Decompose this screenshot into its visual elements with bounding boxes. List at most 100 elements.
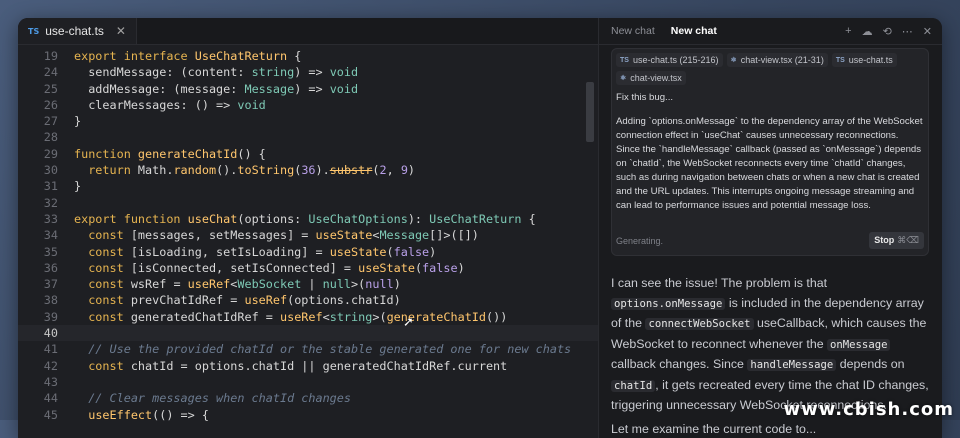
code-line[interactable]: 29function generateChatId() { (18, 146, 598, 162)
code-token: substr (330, 162, 373, 178)
code-line[interactable]: 33export function useChat(options: UseCh… (18, 211, 598, 227)
code-token: generateChatId (387, 309, 486, 325)
stop-button[interactable]: Stop⌘⌫ (869, 232, 924, 249)
close-icon[interactable]: ✕ (923, 25, 932, 38)
cloud-icon[interactable]: ☁ (862, 25, 873, 38)
code-line[interactable]: 35 const [isLoading, setIsLoading] = use… (18, 244, 598, 260)
inline-code: chatId (611, 380, 655, 392)
code-token: } (74, 178, 81, 194)
code-token: generatedChatIdRef = (131, 309, 280, 325)
code-token: interface (124, 48, 195, 64)
code-token: ) (394, 276, 401, 292)
code-token: useState (330, 244, 387, 260)
react-file-icon: ⚛ (731, 56, 737, 64)
answer-paragraph: I can see the issue! The problem is that… (611, 274, 929, 416)
context-chip[interactable]: TSuse-chat.ts (832, 53, 897, 67)
code-line[interactable]: 32 (18, 195, 598, 211)
code-line[interactable]: 28 (18, 129, 598, 145)
code-line[interactable]: 24 sendMessage: (content: string) => voi… (18, 64, 598, 80)
code-line[interactable]: 19export interface UseChatReturn { (18, 48, 598, 64)
tab-use-chat[interactable]: TS use-chat.ts ✕ (18, 18, 137, 44)
new-chat-icon[interactable]: + (845, 25, 851, 38)
code-line[interactable]: 38 const prevChatIdRef = useRef(options.… (18, 292, 598, 308)
code-token: [isConnected, setIsConnected] = (131, 260, 358, 276)
code-line[interactable]: 42 const chatId = options.chatId || gene… (18, 358, 598, 374)
code-token: // Clear messages when chatId changes (74, 390, 351, 406)
code-line[interactable]: 40 (18, 325, 598, 341)
react-file-icon: ⚛ (620, 74, 626, 82)
code-token: toString (237, 162, 294, 178)
code-token: string (330, 309, 373, 325)
code-line[interactable]: 36 const [isConnected, setIsConnected] =… (18, 260, 598, 276)
code-token: random (173, 162, 216, 178)
watermark: www.cbish.com (784, 399, 954, 420)
code-line[interactable]: 30 return Math.random().toString(36).sub… (18, 162, 598, 178)
code-line[interactable]: 39 const generatedChatIdRef = useRef<str… (18, 309, 598, 325)
line-number: 24 (18, 64, 74, 80)
context-chip[interactable]: ⚛chat-view.tsx (21-31) (727, 53, 828, 67)
code-token: (). (216, 162, 237, 178)
tab-new-chat-2[interactable]: New chat (671, 25, 717, 37)
code-token: useState (358, 260, 415, 276)
code-token: null (323, 276, 351, 292)
inline-code: onMessage (827, 339, 890, 351)
line-number: 19 (18, 48, 74, 64)
line-number: 33 (18, 211, 74, 227)
code-line[interactable]: 34 const [messages, setMessages] = useSt… (18, 227, 598, 243)
line-number: 36 (18, 260, 74, 276)
context-chips: TSuse-chat.ts (215-216) ⚛chat-view.tsx (2… (612, 49, 928, 85)
code-line[interactable]: 41 // Use the provided chatId or the sta… (18, 341, 598, 357)
code-line[interactable]: 37 const wsRef = useRef<WebSocket | null… (18, 276, 598, 292)
code-token: UseChatReturn (429, 211, 521, 227)
code-token: const (74, 358, 131, 374)
code-token: useRef (280, 309, 323, 325)
code-token: ): (408, 211, 429, 227)
code-token: (() => { (152, 407, 209, 423)
code-token: void (330, 81, 358, 97)
code-token: function (74, 146, 138, 162)
code-line[interactable]: 45 useEffect(() => { (18, 407, 598, 423)
code-token: Message (379, 227, 429, 243)
code-line[interactable]: 43 (18, 374, 598, 390)
code-line[interactable]: 31} (18, 178, 598, 194)
editor-tab-bar: TS use-chat.ts ✕ (18, 18, 598, 45)
code-token: < (323, 309, 330, 325)
code-token: | (301, 276, 322, 292)
code-line[interactable]: 27} (18, 113, 598, 129)
code-token: export (74, 48, 124, 64)
line-number: 25 (18, 81, 74, 97)
prompt-text: Fix this bug... Adding `options.onMessag… (612, 85, 928, 213)
context-chip[interactable]: TSuse-chat.ts (215-216) (616, 53, 723, 67)
code-token: null (365, 276, 393, 292)
code-token: addMessage: ( (74, 81, 181, 97)
more-icon[interactable]: ⋯ (902, 25, 913, 38)
code-line[interactable]: 25 addMessage: (message: Message) => voi… (18, 81, 598, 97)
tab-new-chat-1[interactable]: New chat (611, 25, 655, 37)
typescript-file-icon: TS (836, 57, 845, 64)
typescript-file-icon: TS (28, 27, 39, 36)
code-token: 9 (401, 162, 408, 178)
prompt-body: Adding `options.onMessage` to the depend… (616, 115, 924, 213)
user-message: TSuse-chat.ts (215-216) ⚛chat-view.tsx (2… (611, 48, 929, 256)
code-token: ) (429, 244, 436, 260)
line-number: 41 (18, 341, 74, 357)
close-tab-icon[interactable]: ✕ (116, 24, 126, 38)
code-token: generateChatId (138, 146, 237, 162)
line-number: 26 (18, 97, 74, 113)
generation-status-row: Generating. Stop⌘⌫ (612, 232, 928, 249)
line-number: 43 (18, 374, 74, 390)
code-line[interactable]: 44 // Clear messages when chatId changes (18, 390, 598, 406)
stop-label: Stop (874, 235, 894, 245)
code-area[interactable]: 19export interface UseChatReturn {24 sen… (18, 44, 598, 438)
context-chip[interactable]: ⚛chat-view.tsx (616, 71, 686, 85)
code-token: ( (387, 244, 394, 260)
history-icon[interactable]: ⟲ (883, 25, 892, 38)
scrollbar[interactable] (586, 82, 594, 142)
code-editor[interactable]: TS use-chat.ts ✕ 19export interface UseC… (18, 18, 598, 438)
code-token: 36 (301, 162, 315, 178)
code-line[interactable]: 26 clearMessages: () => void (18, 97, 598, 113)
code-token: useState (316, 227, 373, 243)
inline-code: connectWebSocket (645, 318, 753, 330)
line-number: 35 (18, 244, 74, 260)
code-token: sendMessage: ( (74, 64, 188, 80)
